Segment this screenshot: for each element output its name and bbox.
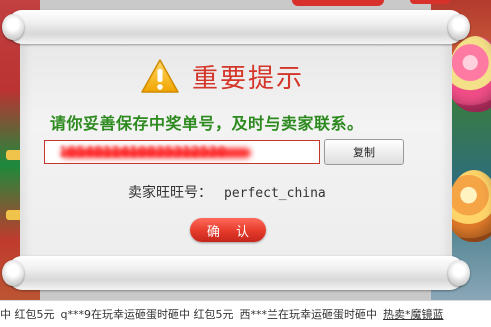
golden-egg-icon [447, 36, 491, 112]
background-top-tab [410, 0, 450, 4]
scroll-roll-bottom [2, 256, 470, 290]
confirm-button[interactable]: 确 认 [190, 218, 266, 242]
warning-triangle-icon [141, 59, 179, 93]
ticker-link[interactable]: 热卖*魔镜蓝 [383, 306, 444, 322]
prize-dialog: 重要提示 请你妥善保存中奖单号，及时与卖家联系。 105481141083531… [20, 34, 452, 260]
golden-egg-icon [447, 170, 491, 242]
ticker-item: 西***兰在玩幸运砸蛋时砸中 [239, 308, 377, 321]
scroll-roll-top [2, 10, 470, 44]
order-number-value: 1054811410835312530 [59, 144, 227, 160]
dialog-header: 重要提示 [140, 56, 304, 96]
order-number-field[interactable]: 1054811410835312530 [44, 140, 320, 164]
dialog-title: 重要提示 [192, 63, 305, 94]
seller-contact: 卖家旺旺号： perfect_china [128, 182, 326, 202]
dialog-message: 请你妥善保存中奖单号，及时与卖家联系。 [50, 114, 364, 133]
ticker-item: 中 红包5元 [0, 308, 55, 321]
ticker-item: q***9在玩幸运砸蛋时砸中 红包5元 [60, 308, 234, 321]
winner-ticker: 中 红包5元 q***9在玩幸运砸蛋时砸中 红包5元 西***兰在玩幸运砸蛋时砸… [0, 300, 491, 327]
background-top-tab [292, 0, 384, 6]
seller-contact-label: 卖家旺旺号： [128, 185, 212, 201]
seller-contact-value: perfect_china [224, 186, 326, 201]
copy-button[interactable]: 复制 [324, 139, 404, 165]
